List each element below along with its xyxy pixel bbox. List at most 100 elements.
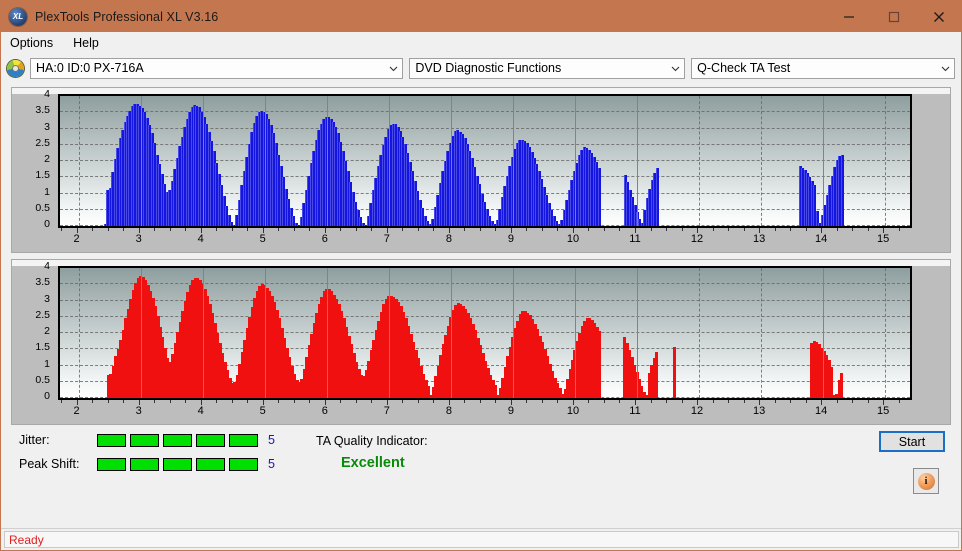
meter-segment [229, 433, 258, 447]
x-axis-tick-label: 3 [135, 405, 142, 417]
x-axis-tick [867, 228, 869, 231]
close-icon[interactable] [916, 1, 961, 32]
ta-quality-value: Excellent [341, 455, 405, 471]
function-select[interactable]: DVD Diagnostic Functions [409, 57, 686, 79]
x-axis-tick [309, 228, 311, 231]
y-axis-tick-label: 0.5 [35, 201, 50, 214]
y-axis-tick-label: 2 [44, 152, 50, 165]
x-axis-tick-label: 8 [445, 405, 452, 417]
x-axis-tick [805, 228, 807, 231]
chart-bar [672, 346, 676, 398]
x-axis-tick [61, 400, 63, 403]
x-axis-tick [619, 400, 621, 403]
x-axis-tick-label: 3 [135, 233, 142, 245]
x-axis-tick-label: 10 [566, 405, 580, 417]
info-button[interactable]: i [913, 468, 939, 494]
peak-shift-label: Peak Shift: [19, 457, 80, 471]
x-axis-tick-label: 8 [445, 233, 452, 245]
maximize-icon[interactable] [871, 1, 916, 32]
x-axis-tick [681, 228, 683, 231]
jitter-chart-plot [58, 94, 912, 228]
peak-shift-chart-panel: 0 0.5 1 1.5 2 2.5 3 3.5 4 2 3 4 5 6 7 8 9 10 11 12 13 14 15 [11, 259, 951, 425]
x-axis-tick [852, 400, 854, 403]
start-button[interactable]: Start [879, 431, 945, 452]
x-axis-tick [541, 228, 543, 231]
x-axis-tick-label: 9 [507, 405, 514, 417]
status-bar: Ready [1, 528, 961, 550]
meter-segment [163, 433, 192, 447]
y-axis-tick-label: 0 [44, 389, 50, 402]
marker-line [637, 96, 638, 226]
menu-item-options[interactable]: Options [8, 34, 62, 52]
marker-line [823, 96, 825, 226]
jitter-value: 5 [268, 433, 275, 447]
x-axis-tick [355, 228, 357, 231]
x-axis-tick-label: 4 [197, 405, 204, 417]
marker-line [202, 96, 204, 226]
grid-line-vertical [885, 268, 887, 398]
grid-line-horizontal [60, 95, 910, 96]
marker-line [264, 268, 266, 398]
marker-line [388, 96, 390, 226]
x-axis-tick [712, 400, 714, 403]
menu-item-help[interactable]: Help [71, 34, 108, 52]
chart-bar [655, 351, 659, 398]
x-axis-tick-label: 7 [383, 405, 390, 417]
chart-bar [840, 154, 844, 226]
grid-line-vertical [699, 96, 701, 226]
chart-bar [830, 367, 834, 398]
x-axis-tick [278, 400, 280, 403]
grid-line-vertical [78, 96, 80, 226]
menu-bar: Options Help [1, 32, 961, 53]
x-axis-tick [231, 400, 233, 403]
x-axis-tick-label: 9 [507, 233, 514, 245]
x-axis-tick [588, 400, 590, 403]
function-select-value: DVD Diagnostic Functions [415, 61, 562, 75]
grid-line-vertical [885, 96, 887, 226]
x-axis-tick [61, 228, 63, 231]
marker-line [388, 268, 390, 398]
x-axis-tick [92, 400, 94, 403]
y-axis-tick-label: 1 [44, 357, 50, 370]
x-axis-tick-label: 15 [877, 405, 890, 417]
x-axis-tick [247, 228, 249, 231]
x-axis-tick [247, 400, 249, 403]
meter-segment [97, 433, 126, 447]
marker-line [574, 96, 576, 226]
x-axis-tick [852, 228, 854, 231]
jitter-segments [97, 433, 262, 447]
y-axis-tick-label: 4 [44, 87, 50, 100]
chart-bar [598, 331, 602, 398]
y-axis-tick-label: 3 [44, 292, 50, 305]
jitter-meter-row: Jitter: 5 [19, 433, 275, 447]
peak-shift-chart-plot [58, 266, 912, 400]
y-axis-tick-label: 1.5 [35, 169, 50, 181]
drive-select[interactable]: HA:0 ID:0 PX-716A [30, 57, 404, 79]
x-axis-tick [293, 228, 295, 231]
meter-segment [196, 433, 225, 447]
meter-segment [163, 457, 192, 471]
marker-line [450, 96, 452, 226]
x-axis-tick [898, 400, 900, 403]
x-axis-tick [588, 228, 590, 231]
x-axis-tick [309, 400, 311, 403]
x-axis-tick [650, 400, 652, 403]
x-axis-tick [774, 228, 776, 231]
meter-segment [97, 457, 126, 471]
x-axis-tick [526, 400, 528, 403]
x-axis-tick [836, 400, 838, 403]
x-axis-tick [464, 228, 466, 231]
x-axis-tick [666, 228, 668, 231]
title-bar: XL PlexTools Professional XL V3.16 [1, 1, 961, 32]
plextools-window: XL PlexTools Professional XL V3.16 Optio… [0, 0, 962, 551]
test-select[interactable]: Q-Check TA Test [691, 57, 955, 79]
xl-logo-icon: XL [9, 7, 27, 26]
meter-segment [229, 457, 258, 471]
peak-shift-chart-y-axis: 0 0.5 1 1.5 2 2.5 3 3.5 4 [12, 261, 54, 402]
x-axis-tick-label: 5 [259, 405, 266, 417]
minimize-icon[interactable] [826, 1, 871, 32]
x-axis-tick [557, 400, 559, 403]
peak-shift-meter-row: Peak Shift: 5 [19, 457, 275, 471]
x-axis-tick [774, 400, 776, 403]
x-axis-tick [790, 400, 792, 403]
